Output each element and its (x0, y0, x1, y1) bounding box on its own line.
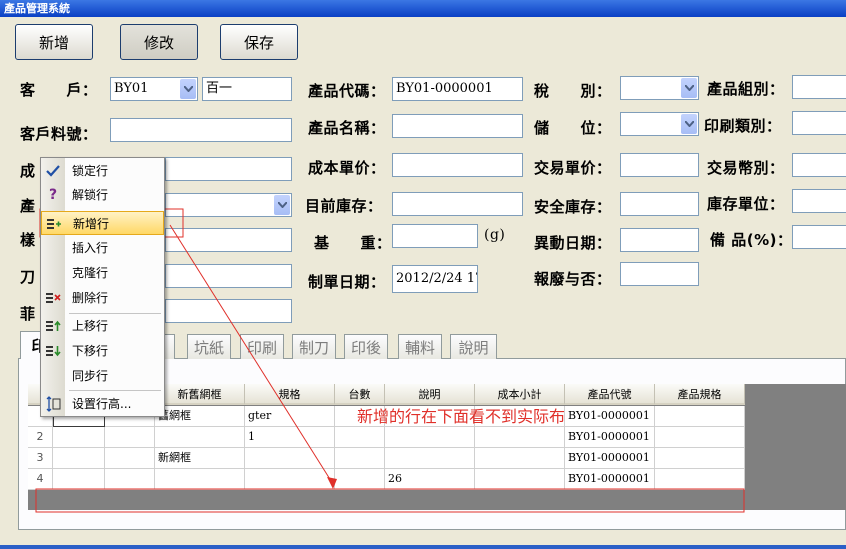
menu-item-sync-row[interactable]: 同步行 (41, 364, 164, 388)
move-down-icon (45, 343, 61, 359)
move-up-icon (45, 318, 61, 334)
question-icon: ? (48, 187, 58, 203)
menu-item-add-row[interactable]: 新增行 (41, 211, 164, 235)
check-icon (45, 163, 61, 179)
menu-item-clone-row[interactable]: 克隆行 (41, 261, 164, 285)
delete-row-icon (45, 290, 61, 306)
menu-item-lock-row[interactable]: 锁定行 (41, 159, 164, 183)
menu-item-move-down[interactable]: 下移行 (41, 339, 164, 363)
menu-item-delete-row[interactable]: 删除行 (41, 286, 164, 310)
annotation-text: 新增的行在下面看不到实际布 (357, 407, 566, 426)
menu-separator (69, 390, 161, 391)
menu-item-insert-row[interactable]: 插入行 (41, 236, 164, 260)
menu-item-move-up[interactable]: 上移行 (41, 314, 164, 338)
row-height-icon (45, 396, 61, 412)
window-bottom-border (0, 545, 846, 549)
menu-item-row-height[interactable]: 设置行高... (41, 392, 164, 416)
add-row-icon (46, 216, 62, 232)
context-menu: 锁定行 ? 解锁行 新增行 插入行 克隆行 删除行 上移行 下移行 同步行 设置… (40, 157, 165, 417)
menu-item-unlock-row[interactable]: ? 解锁行 (41, 183, 164, 207)
